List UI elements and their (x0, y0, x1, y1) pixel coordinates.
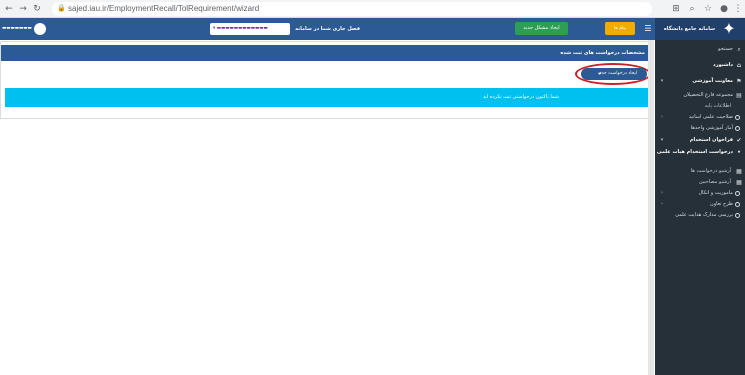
university-logo-icon: ✦ (722, 19, 736, 38)
search-icon: ⌕ (737, 46, 741, 53)
profile-icon[interactable]: ● (718, 3, 730, 15)
circle-icon (735, 126, 740, 131)
zoom-icon[interactable]: ⌕ (686, 3, 698, 15)
sidebar-toggle-icon[interactable]: ☰ (643, 23, 653, 34)
info-message: شما تاکنون درخواستی ثبت نکرده اید (5, 88, 649, 107)
panel-title: مشخصات درخواست های ثبت شده (1, 45, 653, 61)
menu-dots-icon[interactable]: ⋮ (732, 3, 744, 15)
messages-button[interactable]: پیام ها (605, 22, 635, 35)
forward-arrow-icon[interactable]: → (17, 3, 29, 15)
new-issue-button[interactable]: ایجاد مشکل جدید (515, 22, 568, 35)
browser-toolbar: ← → ↻ 🔒 sajed.iau.ir/EmploymentRecall/To… (0, 0, 745, 18)
sidebar-item-requests-archive[interactable]: ▦ آرشیو درخواست ها (655, 166, 745, 177)
chevron-left-icon: ‹ (661, 114, 663, 120)
sidebar-item-faculty-qualification[interactable]: صلاحیت علمی اساتید ‹ (655, 112, 745, 123)
circle-icon (735, 213, 740, 218)
term-label: فصل جاری شما در سامانه : (295, 26, 360, 54)
user-avatar[interactable] (34, 23, 46, 35)
content-scrollbar[interactable] (648, 40, 654, 375)
circle-icon (735, 115, 740, 120)
chevron-left-icon: ‹ (661, 190, 663, 196)
translate-icon[interactable]: ⊞ (670, 3, 682, 15)
requests-panel: مشخصات درخواست های ثبت شده ✔ ایجاد درخوا… (0, 41, 653, 119)
url-text: sajed.iau.ir/EmploymentRecall/TolRequire… (68, 4, 260, 13)
sidebar-item-recruitment-call[interactable]: ✔ فراخوان استخدام ▾ (655, 135, 745, 146)
circle-icon (735, 202, 740, 207)
sidebar-item-cooperation-plan[interactable]: طرح تعاون ‹ (655, 199, 745, 210)
list-icon: ▦ (736, 168, 742, 175)
trash-icon: ▤ (736, 92, 742, 99)
dot-icon: • (737, 149, 741, 156)
sidebar-item-education-stats[interactable]: آمار آموزشی واحدها (655, 123, 745, 134)
term-select[interactable]: ▾ ▬▬▬▬▬▬▬▬▬▬▬▬ (210, 23, 290, 35)
sidebar-item-faculty-recruitment-request[interactable]: • درخواست استخدام هیات علمی (655, 147, 745, 167)
sidebar-item-interviewers-archive[interactable]: ▦ آرشیو مصاحبین (655, 177, 745, 188)
check-icon: ✔ (598, 71, 603, 77)
sidebar-item-graduates[interactable]: ▤ مجموعه فارغ التحصیلان (655, 90, 745, 101)
user-name-blurred[interactable]: ▬▬▬▬▬▬▬▬ (0, 18, 32, 40)
home-icon: ⌂ (736, 62, 742, 69)
back-arrow-icon[interactable]: ← (3, 3, 15, 15)
circle-icon (735, 191, 740, 196)
sidebar-item-dashboard[interactable]: ⌂ داشبورد (655, 60, 745, 71)
sidebar-item-mission[interactable]: ماموریت و اتکال ‹ (655, 188, 745, 199)
star-icon[interactable]: ☆ (702, 3, 714, 15)
address-bar[interactable]: 🔒 sajed.iau.ir/EmploymentRecall/TolRequi… (52, 2, 652, 16)
chevron-down-icon: ▾ (660, 137, 664, 143)
sidebar-item-basic-info[interactable]: اطلاعات پایه (655, 101, 745, 112)
app-header: ▬▬▬▬▬▬▬▬ ▾ ▬▬▬▬▬▬▬▬▬▬▬▬ فصل جاری شما در … (0, 18, 745, 54)
flag-icon: ⚑ (736, 78, 742, 85)
check-icon: ✔ (736, 137, 742, 144)
reload-icon[interactable]: ↻ (31, 3, 43, 15)
sidebar: ⌕ جستجو ⌂ داشبورد ⚑ معاونت آموزشی ▾ ▤ مج… (655, 40, 745, 375)
chevron-left-icon: ‹ (661, 201, 663, 207)
chevron-down-icon: ▾ (660, 78, 664, 84)
sidebar-item-document-review[interactable]: بررسی مدارک هدایت علمی (655, 210, 745, 221)
sidebar-item-search[interactable]: ⌕ جستجو (655, 44, 745, 55)
sidebar-item-education[interactable]: ⚑ معاونت آموزشی ▾ (655, 76, 745, 87)
new-request-button[interactable]: ✔ ایجاد درخواست جدید (581, 68, 647, 80)
lock-icon: 🔒 (57, 5, 66, 12)
list-icon: ▦ (736, 179, 742, 186)
